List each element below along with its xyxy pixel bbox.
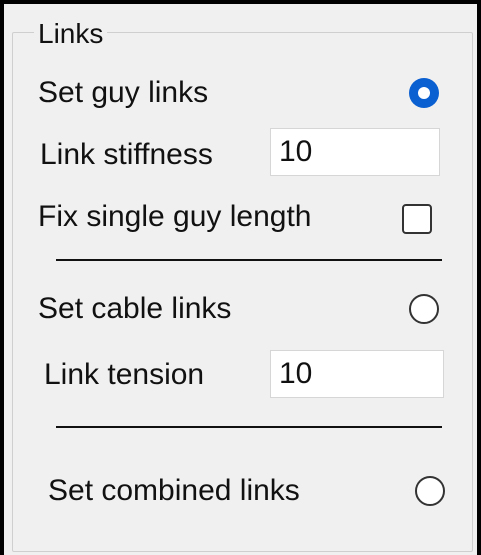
window-frame: Links Set guy links Link stiffness Fix s… <box>0 0 481 555</box>
set-guy-links-radio[interactable] <box>409 78 439 108</box>
links-group-title: Links <box>34 18 108 50</box>
fix-single-guy-length-label: Fix single guy length <box>38 200 312 233</box>
set-combined-links-radio[interactable] <box>415 476 445 506</box>
fix-single-guy-length-checkbox[interactable] <box>402 204 432 234</box>
link-stiffness-label: Link stiffness <box>40 138 213 171</box>
set-guy-links-label: Set guy links <box>38 76 209 109</box>
separator-line-2 <box>56 426 442 428</box>
set-cable-links-radio[interactable] <box>409 294 439 324</box>
link-tension-label: Link tension <box>44 358 205 391</box>
separator-line-1 <box>56 259 442 261</box>
radio-selected-dot <box>418 87 430 99</box>
link-tension-input[interactable] <box>270 350 444 398</box>
set-combined-links-label: Set combined links <box>48 474 300 507</box>
link-stiffness-input[interactable] <box>270 128 440 176</box>
set-cable-links-label: Set cable links <box>38 292 232 325</box>
